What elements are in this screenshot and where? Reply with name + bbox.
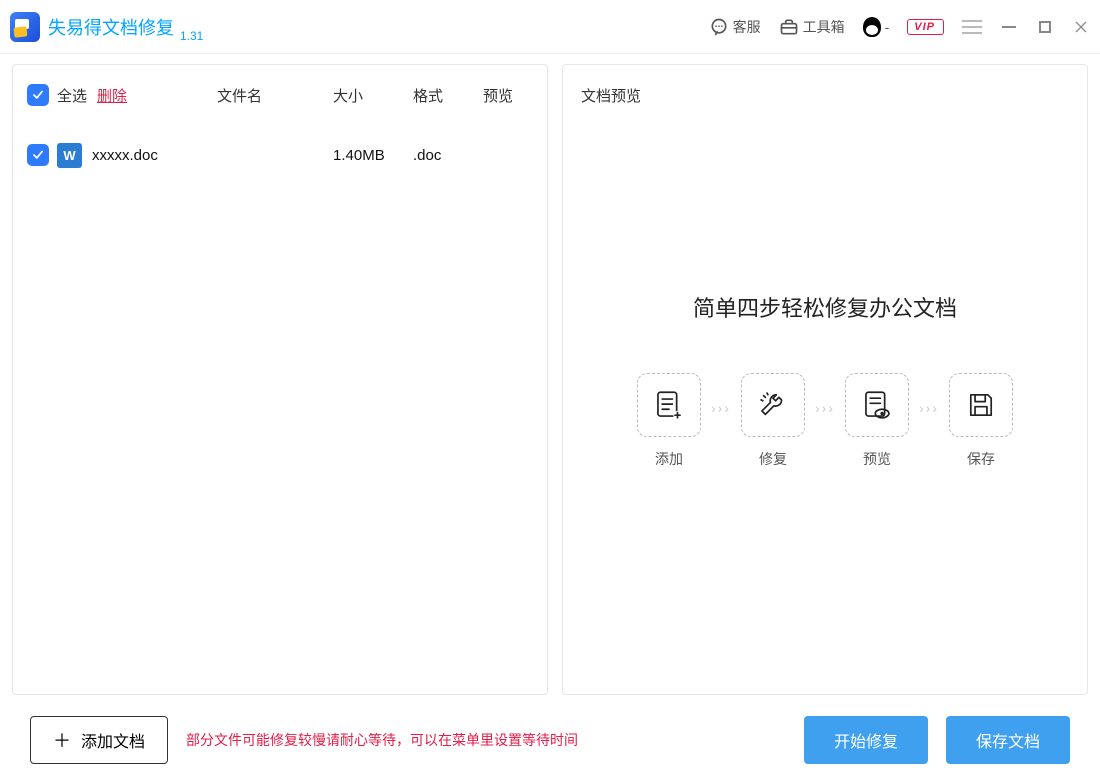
preview-document-icon [845, 373, 909, 437]
file-size: 1.40MB [333, 147, 413, 164]
plus-icon: ＋ [53, 727, 71, 753]
save-icon [949, 373, 1013, 437]
app-logo-icon [10, 12, 40, 42]
step-save: 保存 [949, 373, 1013, 469]
step-save-label: 保存 [967, 449, 995, 469]
toolbox-icon [779, 17, 799, 37]
file-row[interactable]: W xxxxx.doc 1.40MB .doc [13, 125, 547, 185]
list-header: 全选 删除 文件名 大小 格式 预览 [13, 65, 547, 125]
toolbox-button[interactable]: 工具箱 [779, 17, 845, 37]
close-icon [1073, 19, 1089, 35]
step-add-label: 添加 [655, 449, 683, 469]
step-repair: 修复 [741, 373, 805, 469]
footer: ＋ 添加文档 部分文件可能修复较慢请耐心等待，可以在菜单里设置等待时间 开始修复… [0, 705, 1100, 775]
maximize-button[interactable] [1036, 18, 1054, 36]
close-button[interactable] [1072, 18, 1090, 36]
save-document-button[interactable]: 保存文档 [946, 716, 1070, 764]
titlebar: 失易得文档修复 1.31 客服 工具箱 - VIP [0, 0, 1100, 54]
qq-label: - [885, 19, 890, 35]
select-all-checkbox[interactable] [27, 84, 49, 106]
file-name: xxxxx.doc [92, 147, 158, 164]
select-all-label: 全选 [57, 85, 87, 106]
customer-service-label: 客服 [733, 17, 761, 37]
row-checkbox[interactable] [27, 144, 49, 166]
app-title: 失易得文档修复 [48, 14, 174, 40]
qq-penguin-icon [863, 17, 881, 37]
customer-service-button[interactable]: 客服 [709, 17, 761, 37]
delete-button[interactable]: 删除 [97, 85, 127, 106]
file-list-panel: 全选 删除 文件名 大小 格式 预览 W xxxxx.doc 1.40MB .d… [12, 64, 548, 695]
menu-button[interactable] [962, 20, 982, 34]
minimize-button[interactable] [1000, 18, 1018, 36]
start-repair-button[interactable]: 开始修复 [804, 716, 928, 764]
file-format: .doc [413, 147, 483, 164]
add-document-icon [637, 373, 701, 437]
arrow-icon: ››› [815, 400, 835, 442]
preview-title: 文档预览 [563, 65, 1087, 125]
add-document-button[interactable]: ＋ 添加文档 [30, 716, 168, 764]
col-preview: 预览 [483, 85, 533, 106]
chat-icon [709, 17, 729, 37]
word-file-icon: W [57, 143, 82, 168]
preview-panel: 文档预览 简单四步轻松修复办公文档 添加 ››› 修复 ››› [562, 64, 1088, 695]
vip-badge[interactable]: VIP [907, 19, 944, 35]
steps-headline: 简单四步轻松修复办公文档 [693, 291, 957, 323]
app-version: 1.31 [180, 29, 203, 43]
step-preview: 预览 [845, 373, 909, 469]
col-format: 格式 [413, 85, 483, 106]
arrow-icon: ››› [711, 400, 731, 442]
step-preview-label: 预览 [863, 449, 891, 469]
col-size: 大小 [333, 85, 413, 106]
steps-row: 添加 ››› 修复 ››› 预览 ››› [637, 373, 1013, 469]
check-icon [31, 148, 45, 162]
step-repair-label: 修复 [759, 449, 787, 469]
repair-icon [741, 373, 805, 437]
add-document-label: 添加文档 [81, 728, 145, 752]
step-add: 添加 [637, 373, 701, 469]
check-icon [31, 88, 45, 102]
toolbox-label: 工具箱 [803, 17, 845, 37]
col-filename: 文件名 [217, 85, 262, 106]
hint-text: 部分文件可能修复较慢请耐心等待，可以在菜单里设置等待时间 [186, 730, 578, 750]
qq-button[interactable]: - [863, 17, 890, 37]
arrow-icon: ››› [919, 400, 939, 442]
